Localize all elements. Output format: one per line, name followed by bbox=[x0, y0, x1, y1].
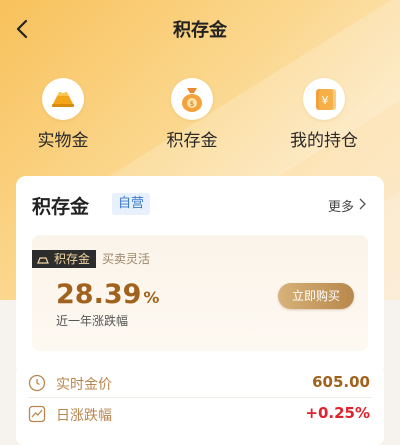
realtime-price-row: 实时金价 605.00 bbox=[16, 368, 384, 398]
entry-physical-gold[interactable]: 实物金 bbox=[13, 78, 113, 151]
market-info-panel: 实时金价 605.00 日涨跌幅 +0.25% bbox=[16, 366, 384, 445]
more-link[interactable]: 更多 bbox=[328, 196, 366, 215]
product-ribbon: 积存金 bbox=[32, 250, 97, 268]
navigation-bar: 积存金 bbox=[0, 0, 400, 58]
entry-row: 实物金 $ 积存金 ¥ 我的持仓 bbox=[0, 78, 400, 158]
svg-text:¥: ¥ bbox=[322, 94, 329, 107]
daily-change-row: 日涨跌幅 +0.25% bbox=[16, 399, 384, 429]
product-subtitle: 买卖灵活 bbox=[102, 252, 151, 266]
rate-value: 28.39 bbox=[56, 279, 142, 310]
row-divider bbox=[28, 397, 372, 398]
entry-accumulated-gold[interactable]: $ 积存金 bbox=[142, 78, 242, 151]
rate-unit: % bbox=[143, 288, 160, 307]
product-card: 积存金 自营 更多 积存金 买卖灵活 28.39% 近一年涨跌幅 立即购买 bbox=[16, 176, 384, 376]
entry-label: 我的持仓 bbox=[290, 131, 358, 151]
entry-label: 积存金 bbox=[166, 131, 218, 151]
holdings-icon: ¥ bbox=[303, 78, 345, 120]
svg-text:$: $ bbox=[190, 100, 194, 108]
rate-label: 近一年涨跌幅 bbox=[56, 314, 129, 328]
clock-icon bbox=[28, 374, 46, 392]
change-label: 日涨跌幅 bbox=[56, 408, 112, 424]
buy-now-button[interactable]: 立即购买 bbox=[278, 283, 354, 309]
change-value: +0.25% bbox=[305, 404, 370, 422]
page-title: 积存金 bbox=[173, 20, 227, 41]
gold-bar-icon bbox=[42, 78, 84, 120]
more-label: 更多 bbox=[327, 200, 354, 215]
gold-ingot-icon bbox=[36, 253, 50, 265]
price-label: 实时金价 bbox=[56, 377, 112, 393]
section-title: 积存金 bbox=[32, 196, 90, 218]
price-value: 605.00 bbox=[312, 373, 370, 391]
chevron-right-icon bbox=[358, 198, 366, 214]
trend-chart-icon bbox=[28, 405, 46, 423]
annual-change-rate: 28.39% bbox=[56, 279, 159, 310]
ribbon-label: 积存金 bbox=[54, 252, 91, 266]
entry-label: 实物金 bbox=[37, 131, 89, 151]
entry-my-holdings[interactable]: ¥ 我的持仓 bbox=[274, 78, 374, 151]
self-operated-tag: 自营 bbox=[112, 193, 151, 215]
money-bag-icon: $ bbox=[171, 78, 213, 120]
